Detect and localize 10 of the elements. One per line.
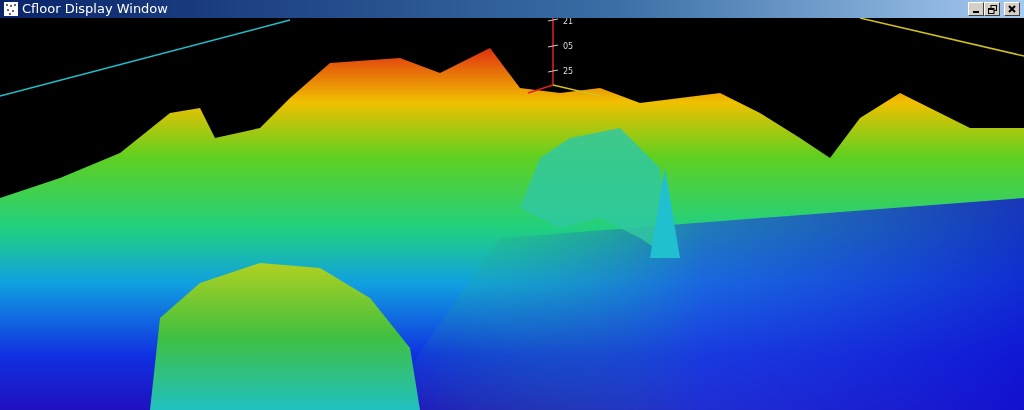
app-icon (4, 2, 18, 16)
axis-tick-label: 05 (563, 42, 574, 51)
window-title: Cfloor Display Window (22, 0, 168, 18)
minimize-button[interactable] (968, 2, 984, 16)
axis-tick-label: 21 (563, 18, 574, 26)
close-icon (1008, 5, 1016, 13)
restore-button[interactable] (984, 2, 1000, 16)
close-button[interactable] (1004, 2, 1020, 16)
restore-icon (987, 4, 997, 14)
axis-tick-label: 25 (563, 67, 574, 76)
